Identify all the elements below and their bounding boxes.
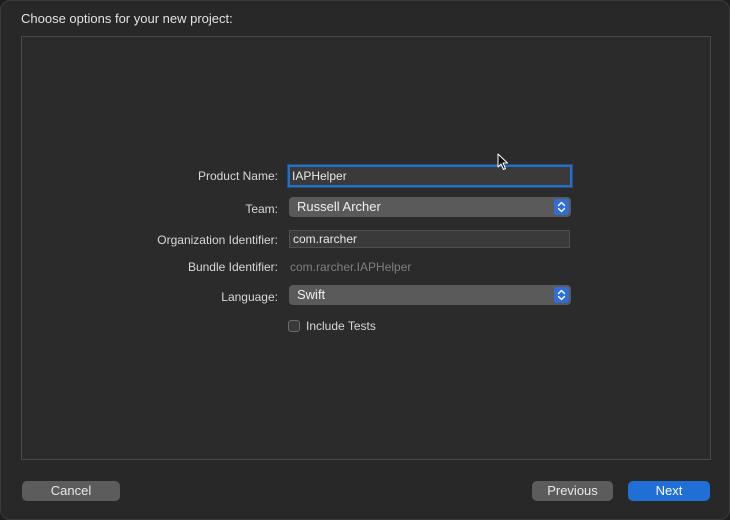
team-label: Team: xyxy=(245,202,278,216)
product-name-label: Product Name: xyxy=(197,169,278,183)
team-popup-value: Russell Archer xyxy=(297,199,381,214)
organization-identifier-field[interactable] xyxy=(289,230,570,248)
organization-identifier-label: Organization Identifier: xyxy=(157,233,278,247)
team-popup[interactable]: Russell Archer xyxy=(289,197,571,217)
project-options-sheet: Choose options for your new project: Pro… xyxy=(0,0,730,520)
previous-button[interactable]: Previous xyxy=(532,481,613,501)
language-label: Language: xyxy=(221,290,278,304)
sheet-title: Choose options for your new project: xyxy=(21,11,233,26)
include-tests-label: Include Tests xyxy=(306,319,376,333)
include-tests-checkbox[interactable] xyxy=(288,320,300,332)
next-button[interactable]: Next xyxy=(628,481,710,501)
include-tests-option[interactable]: Include Tests xyxy=(288,319,376,333)
product-name-field[interactable] xyxy=(288,165,572,187)
mouse-pointer-icon xyxy=(497,153,509,176)
up-down-chevron-icon xyxy=(554,199,569,215)
options-panel xyxy=(21,36,711,460)
cancel-button[interactable]: Cancel xyxy=(22,481,120,501)
up-down-chevron-icon xyxy=(554,287,569,303)
bundle-identifier-label: Bundle Identifier: xyxy=(187,260,278,274)
bundle-identifier-value: com.rarcher.IAPHelper xyxy=(290,260,412,274)
language-popup-value: Swift xyxy=(297,287,326,302)
language-popup[interactable]: Swift xyxy=(289,285,571,305)
